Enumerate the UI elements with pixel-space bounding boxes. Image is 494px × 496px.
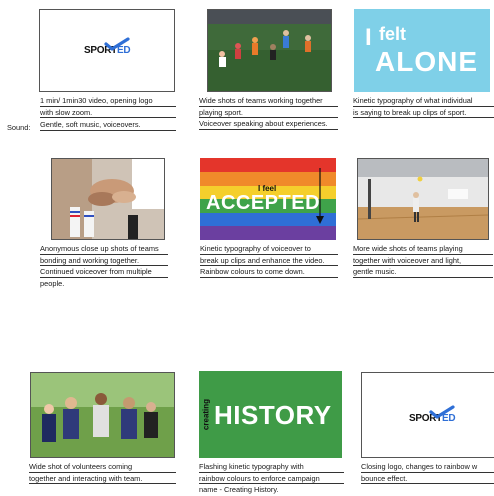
check-icon [429, 405, 455, 419]
frame-7-caption: Wide shot of volunteers coming together … [29, 461, 176, 485]
frame-8-caption: Flashing kinetic typography with rainbow… [199, 461, 344, 496]
storyboard-frame-3: I felt ALONE [354, 9, 490, 92]
storyboard-frame-8: creating HISTORY [199, 371, 342, 458]
typography-creating: creating [201, 398, 211, 431]
typography-history: HISTORY [214, 400, 332, 430]
frame-1-sound: Gentle, soft music, voiceovers. [40, 119, 176, 131]
frame-6-caption: More wide shots of teams playing togethe… [353, 243, 493, 278]
soccer-field-photo [208, 10, 331, 91]
team-hands-photo [52, 159, 164, 239]
typography-accepted: ACCEPTED [206, 192, 321, 214]
frame-1-caption: 1 min/ 1min30 video, opening logo with s… [40, 95, 176, 119]
storyboard-frame-2 [207, 9, 332, 92]
frame-5-caption: Kinetic typography of voiceover to break… [200, 243, 338, 278]
gym-volleyball-photo [358, 159, 488, 239]
frame-2-caption: Wide shots of teams working together pla… [199, 95, 338, 130]
typography-i: I [365, 24, 372, 51]
storyboard-frame-1: SPORTED [39, 9, 175, 92]
volunteers-photo [31, 373, 174, 457]
sound-label: Sound: [7, 123, 31, 132]
frame-4-caption: Anonymous close up shots of teams bondin… [40, 243, 168, 289]
typography-felt: felt [379, 24, 406, 44]
arrow-down-icon [316, 168, 324, 224]
storyboard-frame-9: SPORTED [361, 372, 494, 458]
storyboard-frame-7 [30, 372, 175, 458]
storyboard-frame-4 [51, 158, 165, 240]
storyboard-frame-6 [357, 158, 489, 240]
frame-3-caption: Kinetic typography of what individual is… [353, 95, 494, 119]
storyboard-frame-5: I feel ACCEPTED [200, 158, 336, 240]
frame-9-caption: Closing logo, changes to rainbow w bounc… [361, 461, 494, 485]
typography-alone: ALONE [375, 46, 478, 77]
check-icon [104, 37, 130, 51]
